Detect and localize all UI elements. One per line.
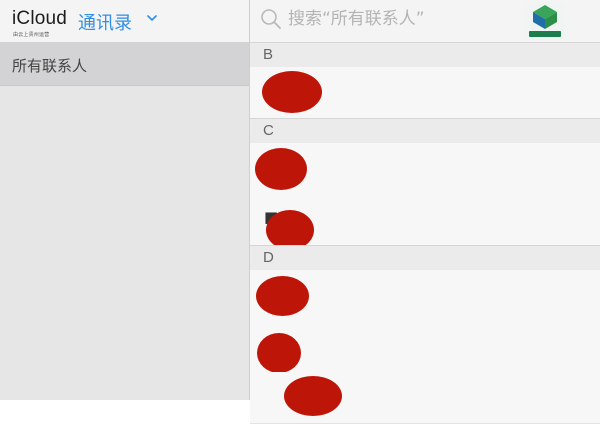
contact-row[interactable] bbox=[250, 67, 600, 119]
sidebar-header: iCloud 由云上贵州运营 通讯录 bbox=[0, 0, 249, 43]
search-icon bbox=[261, 9, 281, 29]
section-header-c: C bbox=[250, 118, 600, 144]
app-switcher[interactable]: 通讯录 bbox=[78, 9, 132, 35]
chevron-down-icon[interactable] bbox=[147, 14, 157, 22]
contact-row[interactable]: ■ bbox=[250, 194, 600, 250]
contact-row[interactable] bbox=[250, 270, 600, 322]
sidebar: iCloud 由云上贵州运营 通讯录 所有联系人 bbox=[0, 0, 250, 400]
redacted-name bbox=[255, 148, 307, 190]
redacted-name bbox=[262, 71, 322, 113]
contact-list-pane: B C ■ D bbox=[250, 0, 600, 424]
section-letter: B bbox=[263, 46, 274, 63]
contact-row[interactable] bbox=[250, 321, 600, 373]
section-header-d: D bbox=[250, 245, 600, 271]
contact-row[interactable] bbox=[250, 372, 600, 424]
group-item-label: 所有联系人 bbox=[12, 57, 88, 75]
section-header-b: B bbox=[250, 42, 600, 68]
search-bar bbox=[250, 0, 600, 43]
redacted-name bbox=[257, 333, 301, 373]
redacted-name bbox=[284, 376, 342, 416]
contact-row[interactable] bbox=[250, 143, 600, 195]
section-letter: D bbox=[263, 249, 274, 266]
brand-subtitle: 由云上贵州运营 bbox=[13, 32, 50, 38]
watermark-logo bbox=[525, 2, 565, 40]
redacted-name bbox=[256, 276, 309, 316]
brand-title: iCloud bbox=[12, 8, 68, 29]
redacted-name bbox=[266, 210, 314, 250]
group-item-all-contacts[interactable]: 所有联系人 bbox=[0, 43, 249, 86]
section-letter: C bbox=[263, 122, 274, 139]
search-input[interactable] bbox=[288, 5, 518, 33]
